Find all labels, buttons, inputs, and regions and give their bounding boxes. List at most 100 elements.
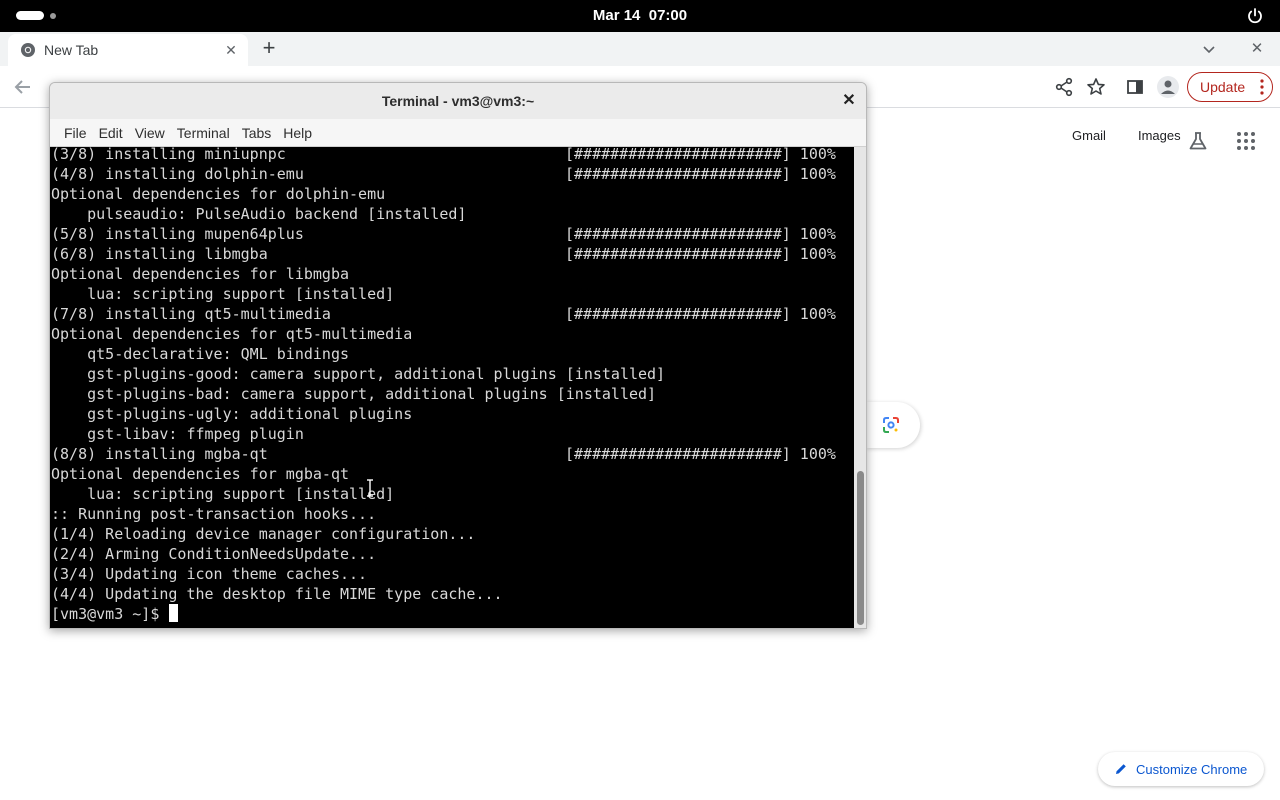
terminal-line-text: gst-plugins-ugly: additional plugins <box>51 405 413 423</box>
terminal-line-text: (4/4) Updating the desktop file MIME typ… <box>51 585 503 603</box>
terminal-title: Terminal - vm3@vm3:~ <box>381 93 535 109</box>
terminal-line: (8/8) installing mgba-qt [###############… <box>51 444 836 464</box>
terminal-line: (4/8) installing dolphin-emu [###########… <box>51 164 836 184</box>
images-link[interactable]: Images <box>1138 128 1181 143</box>
terminal-line: pulseaudio: PulseAudio backend [installe… <box>51 204 665 224</box>
terminal-line: :: Running post-transaction hooks... <box>51 504 665 524</box>
terminal-line-text: gst-plugins-bad: camera support, additio… <box>51 385 657 403</box>
new-tab-button[interactable]: + <box>258 37 280 60</box>
close-tab-icon[interactable]: ✕ <box>222 41 240 59</box>
google-lens-icon[interactable] <box>882 416 900 434</box>
menu-tabs[interactable]: Tabs <box>236 125 278 141</box>
terminal-line-text: (6/8) installing libmgba <box>51 245 268 263</box>
terminal-line-text: (2/4) Arming ConditionNeedsUpdate... <box>51 545 377 563</box>
menu-edit[interactable]: Edit <box>93 125 129 141</box>
google-apps-icon[interactable] <box>1236 131 1256 151</box>
terminal-lines: (3/8) installing miniupnpc [#############… <box>51 147 836 624</box>
terminal-line-text: (3/4) Updating icon theme caches... <box>51 565 368 583</box>
menu-help[interactable]: Help <box>277 125 318 141</box>
progress-bar-text: [#######################] 100% <box>565 225 836 243</box>
terminal-line: (5/8) installing mupen64plus [###########… <box>51 224 836 244</box>
shell-prompt: [vm3@vm3 ~]$ <box>51 605 169 623</box>
terminal-line-text: qt5-declarative: QML bindings <box>51 345 350 363</box>
chrome-icon <box>21 43 35 57</box>
menu-view[interactable]: View <box>129 125 171 141</box>
terminal-line-text: gst-libav: ffmpeg plugin <box>51 425 304 443</box>
terminal-menu-bar: File Edit View Terminal Tabs Help <box>50 119 866 147</box>
terminal-line-text: Optional dependencies for dolphin-emu <box>51 185 386 203</box>
menu-file[interactable]: File <box>58 125 93 141</box>
tab-title: New Tab <box>44 42 99 58</box>
terminal-line-text: gst-plugins-good: camera support, additi… <box>51 365 666 383</box>
terminal-line: Optional dependencies for mgba-qt <box>51 464 665 484</box>
terminal-line-text: Optional dependencies for libmgba <box>51 265 350 283</box>
progress-bar-text: [#######################] 100% <box>565 445 836 463</box>
customize-label: Customize Chrome <box>1136 761 1248 777</box>
terminal-line-text: (1/4) Reloading device manager configura… <box>51 525 476 543</box>
system-top-bar: Mar 14 07:00 <box>0 0 1280 32</box>
terminal-line: (3/8) installing miniupnpc [#############… <box>51 147 836 164</box>
terminal-line-text: lua: scripting support [installed] <box>51 485 395 503</box>
terminal-line: (7/8) installing qt5-multimedia [########… <box>51 304 836 324</box>
terminal-line: lua: scripting support [installed] <box>51 484 665 504</box>
labs-flask-icon[interactable] <box>1187 130 1209 152</box>
window-close-icon[interactable]: ✕ <box>1248 40 1266 58</box>
terminal-cursor <box>169 604 179 622</box>
text-cursor-icon <box>367 479 373 497</box>
terminal-line-text: pulseaudio: PulseAudio backend [installe… <box>51 205 467 223</box>
menu-terminal[interactable]: Terminal <box>171 125 236 141</box>
terminal-title-bar[interactable]: Terminal - vm3@vm3:~ ✕ <box>50 83 866 119</box>
pencil-icon <box>1116 764 1126 774</box>
terminal-line-text: (7/8) installing qt5-multimedia <box>51 305 331 323</box>
google-header-links: Gmail Images <box>1060 128 1201 143</box>
person-icon <box>1161 80 1175 94</box>
side-panel-icon[interactable] <box>1126 78 1144 96</box>
terminal-line: lua: scripting support [installed] <box>51 284 665 304</box>
more-vert-icon <box>1260 79 1264 95</box>
power-icon[interactable] <box>1246 7 1264 25</box>
terminal-line: (6/8) installing libmgba [###############… <box>51 244 836 264</box>
progress-bar-text: [#######################] 100% <box>565 165 836 183</box>
clock[interactable]: Mar 14 07:00 <box>0 7 1280 24</box>
terminal-line: gst-libav: ffmpeg plugin <box>51 424 665 444</box>
terminal-line: (3/4) Updating icon theme caches... <box>51 564 665 584</box>
terminal-line: Optional dependencies for dolphin-emu <box>51 184 665 204</box>
progress-bar-text: [#######################] 100% <box>565 147 836 163</box>
clock-date: Mar 14 <box>592 7 641 24</box>
shell-prompt-line[interactable]: [vm3@vm3 ~]$ <box>51 604 665 624</box>
update-button[interactable]: Update <box>1187 72 1273 102</box>
scrollbar-thumb[interactable] <box>857 471 864 625</box>
terminal-line-text: (3/8) installing miniupnpc <box>51 147 286 163</box>
terminal-output[interactable]: (3/8) installing miniupnpc [#############… <box>50 147 854 628</box>
terminal-line: Optional dependencies for qt5-multimedia <box>51 324 665 344</box>
terminal-line-text: (4/8) installing dolphin-emu <box>51 165 304 183</box>
terminal-line: (1/4) Reloading device manager configura… <box>51 524 665 544</box>
gmail-link[interactable]: Gmail <box>1072 128 1106 143</box>
progress-bar-text: [#######################] 100% <box>565 305 836 323</box>
terminal-line-text: Optional dependencies for qt5-multimedia <box>51 325 413 343</box>
tab-new-tab[interactable]: New Tab ✕ <box>8 34 248 66</box>
back-arrow-icon[interactable] <box>12 76 34 98</box>
browser-tab-strip: New Tab ✕ + ✕ <box>0 32 1280 66</box>
profile-avatar[interactable] <box>1157 76 1179 98</box>
terminal-window: Terminal - vm3@vm3:~ ✕ File Edit View Termi… <box>49 82 867 629</box>
bookmark-star-icon[interactable] <box>1086 77 1106 97</box>
close-icon[interactable]: ✕ <box>840 92 858 110</box>
terminal-line: gst-plugins-good: camera support, additi… <box>51 364 665 384</box>
terminal-line-text: :: Running post-transaction hooks... <box>51 505 377 523</box>
chevron-down-icon[interactable] <box>1200 40 1218 58</box>
terminal-line-text: Optional dependencies for mgba-qt <box>51 465 350 483</box>
terminal-line: (4/4) Updating the desktop file MIME typ… <box>51 584 665 604</box>
progress-bar-text: [#######################] 100% <box>565 245 836 263</box>
search-box-right-edge[interactable] <box>866 402 920 448</box>
share-icon[interactable] <box>1054 77 1074 97</box>
terminal-line-text: (5/8) installing mupen64plus <box>51 225 304 243</box>
update-label: Update <box>1200 79 1246 95</box>
customize-chrome-button[interactable]: Customize Chrome <box>1098 752 1264 786</box>
terminal-line: gst-plugins-ugly: additional plugins <box>51 404 665 424</box>
terminal-scrollbar[interactable] <box>854 147 866 628</box>
terminal-line: qt5-declarative: QML bindings <box>51 344 665 364</box>
terminal-line: gst-plugins-bad: camera support, additio… <box>51 384 665 404</box>
terminal-line: Optional dependencies for libmgba <box>51 264 665 284</box>
terminal-line: (2/4) Arming ConditionNeedsUpdate... <box>51 544 665 564</box>
